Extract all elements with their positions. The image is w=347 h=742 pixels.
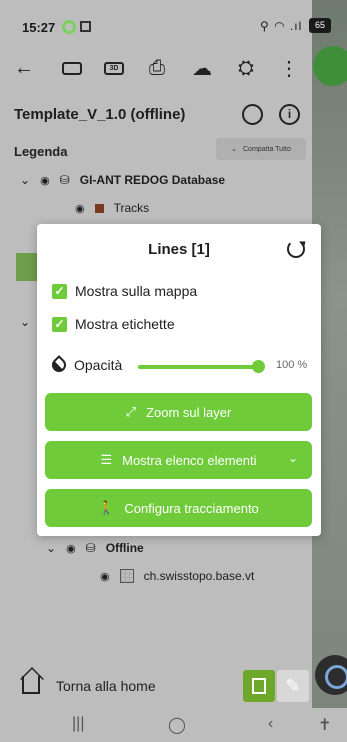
tree-group-row[interactable]: ⌄ ◉ ⛁ GI-ANT REDOG Database [20, 170, 225, 190]
edit-pen-button[interactable]: ✎ [277, 670, 309, 702]
recent-apps-icon[interactable]: ||| [72, 715, 84, 733]
eye-icon[interactable]: ◉ [40, 174, 50, 187]
image-notification-icon [80, 21, 91, 32]
tree-group-label: GI-ANT REDOG Database [79, 173, 226, 187]
show-labels-checkbox-row[interactable]: ✓ Mostra etichette [52, 314, 175, 334]
opacity-slider-track[interactable] [138, 365, 258, 369]
home-icon[interactable] [22, 676, 40, 694]
print-icon[interactable]: ⎙ [143, 54, 171, 82]
eye-icon[interactable]: ◉ [75, 202, 85, 215]
chevron-down-icon[interactable]: ⌄ [46, 541, 56, 555]
home-circle-icon[interactable]: ◯ [168, 715, 186, 735]
opacity-drop-icon [49, 355, 69, 375]
opacity-label: Opacità [74, 357, 123, 373]
collapse-all-button[interactable]: ⌄ Compatta Tutto [216, 138, 306, 160]
refresh-icon[interactable] [287, 240, 305, 258]
info-icon[interactable]: i [279, 104, 300, 125]
tree-group-row[interactable]: ⌄ ◉ ⛁ Offline [46, 538, 144, 558]
back-arrow-icon[interactable]: ← [10, 54, 38, 82]
status-time: 15:27 [22, 20, 56, 35]
zoom-to-layer-button[interactable]: ⤢ Zoom sul layer [45, 393, 312, 431]
show-labels-label: Mostra etichette [75, 316, 175, 332]
system-navigation-bar: ||| ◯ ‹ ✝ [0, 708, 347, 742]
layer-options-dialog: Lines [1] ✓ Mostra sulla mappa ✓ Mostra … [37, 224, 321, 536]
show-on-map-checkbox-row[interactable]: ✓ Mostra sulla mappa [52, 281, 197, 301]
check-icon[interactable]: ✓ [52, 316, 67, 332]
more-vert-icon[interactable]: ⋮ [275, 54, 303, 82]
expand-arrows-icon: ⤢ [125, 404, 137, 419]
3d-view-button[interactable]: 3D [100, 54, 128, 82]
check-icon[interactable]: ✓ [52, 283, 67, 299]
battery-icon: 65 [309, 18, 331, 33]
chevron-down-icon[interactable]: ⌄ [20, 173, 30, 187]
layer-color-swatch [94, 203, 104, 213]
tree-layer-row[interactable]: ◉ Tracks [75, 198, 149, 218]
back-chevron-icon[interactable]: ‹ [268, 715, 273, 733]
opacity-slider-thumb[interactable] [252, 360, 265, 373]
grid-icon [119, 569, 134, 583]
2d-view-button[interactable] [58, 54, 86, 82]
project-title: Template_V_1.0 (offline) [14, 106, 186, 123]
history-clock-icon[interactable] [242, 104, 263, 125]
collapse-icon: ⌄ [231, 146, 237, 153]
tree-layer-label: ch.swisstopo.base.vt [143, 569, 255, 583]
chevron-down-icon[interactable]: ⌄ [20, 315, 30, 329]
tree-layer-label: Tracks [113, 201, 150, 215]
status-ring-icon [62, 20, 76, 34]
legend-label: Legenda [14, 144, 68, 159]
map-view-button[interactable] [243, 670, 275, 702]
toolbar: ← 3D ⎙ ☁ ⛭ ⋮ [0, 48, 312, 88]
tree-layer-row[interactable]: ◉ ch.swisstopo.base.vt [100, 566, 254, 586]
status-bar: 15:27 ⚲ ◠ .ıl 65 [0, 0, 347, 40]
database-icon: ⛁ [85, 541, 96, 555]
walking-person-icon: 🚶 [98, 500, 115, 515]
map-icon [252, 678, 266, 694]
chevron-down-icon: ⌄ [287, 451, 298, 465]
cloud-sync-icon[interactable]: ☁ [188, 54, 216, 82]
tree-group-label: Offline [105, 541, 144, 555]
accessibility-icon[interactable]: ✝ [318, 715, 331, 735]
eye-icon[interactable]: ◉ [100, 570, 110, 583]
tree-collapsed-row[interactable]: ⌄ [20, 312, 30, 332]
opacity-value: 100 % [276, 359, 308, 371]
database-icon: ⛁ [59, 173, 70, 187]
bottom-nav: Torna alla home ✎ [0, 664, 347, 708]
map-location-button[interactable] [313, 46, 347, 86]
dialog-title: Lines [1] [148, 241, 210, 258]
opacity-row: Opacità 100 % [49, 355, 310, 376]
show-element-list-button[interactable]: ☰ Mostra elenco elementi ⌄ [45, 441, 312, 479]
signal-icons: ⚲ ◠ .ıl [260, 19, 303, 33]
list-icon: ☰ [100, 452, 113, 467]
layer-selected-marker [16, 253, 38, 281]
eye-icon[interactable]: ◉ [66, 542, 76, 555]
home-link[interactable]: Torna alla home [56, 678, 156, 694]
folder-settings-icon[interactable]: ⛭ [232, 54, 260, 82]
configure-tracking-button[interactable]: 🚶 Configura tracciamento [45, 489, 312, 527]
show-on-map-label: Mostra sulla mappa [75, 283, 198, 299]
